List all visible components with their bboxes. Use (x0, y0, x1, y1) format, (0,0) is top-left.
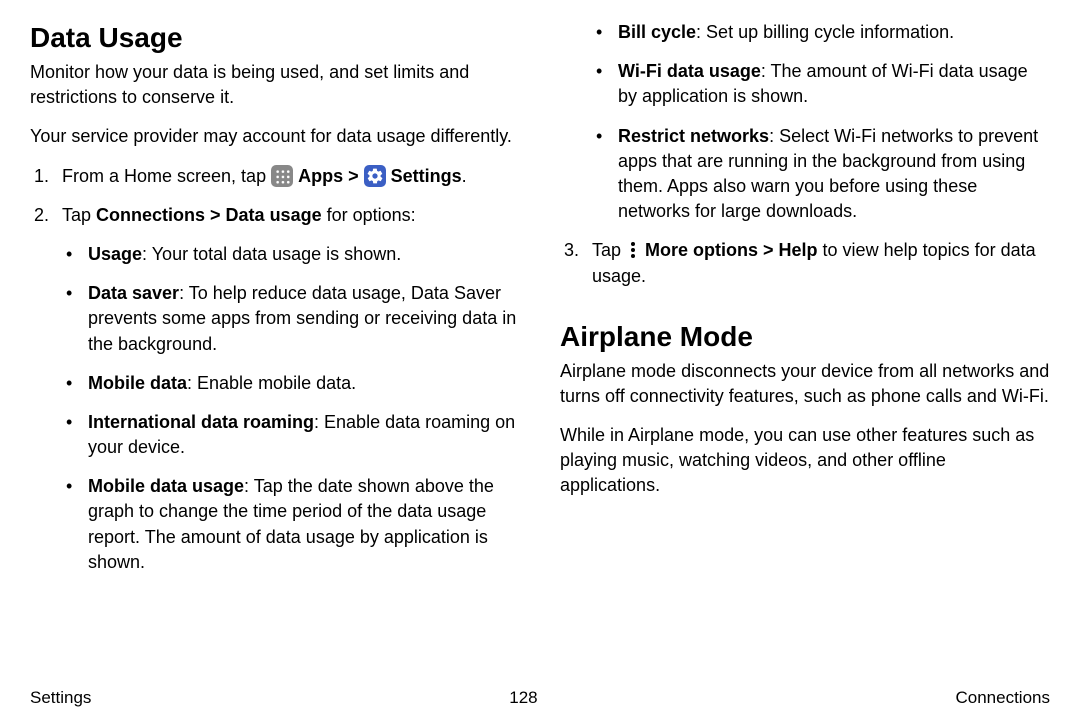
breadcrumb-separator: > (348, 166, 364, 186)
option-usage: Usage: Your total data usage is shown. (62, 242, 520, 267)
option-intl-roaming-label: International data roaming (88, 412, 314, 432)
option-restrict-networks: Restrict networks: Select Wi-Fi networks… (592, 124, 1050, 225)
option-data-saver: Data saver: To help reduce data usage, D… (62, 281, 520, 357)
step-3-bold: More options > Help (640, 240, 818, 260)
option-mobile-data: Mobile data: Enable mobile data. (62, 371, 520, 396)
options-list: Usage: Your total data usage is shown. D… (62, 242, 520, 575)
steps-list-continued: Tap More options > Help to view help top… (560, 238, 1050, 302)
option-intl-roaming: International data roaming: Enable data … (62, 410, 520, 460)
option-wifi-usage-label: Wi-Fi data usage (618, 61, 761, 81)
settings-icon (364, 165, 386, 187)
step-1-post: . (462, 166, 467, 186)
page-columns: Data Usage Monitor how your data is bein… (30, 20, 1050, 680)
page-footer: Settings 128 Connections (30, 688, 1050, 708)
step-3-pre: Tap (592, 240, 626, 260)
step-2-bold: Connections > Data usage (96, 205, 322, 225)
footer-page-number: 128 (509, 688, 537, 708)
data-usage-heading: Data Usage (30, 22, 520, 54)
step-2: Tap Connections > Data usage for options… (30, 203, 520, 575)
option-mobile-data-usage: Mobile data usage: Tap the date shown ab… (62, 474, 520, 575)
steps-list: From a Home screen, tap Apps > Settings.… (30, 164, 520, 589)
right-column: Bill cycle: Set up billing cycle informa… (560, 20, 1050, 680)
intro-text-1: Monitor how your data is being used, and… (30, 60, 520, 110)
apps-icon (271, 165, 293, 187)
airplane-p2: While in Airplane mode, you can use othe… (560, 423, 1050, 499)
options-list-continued: Bill cycle: Set up billing cycle informa… (560, 20, 1050, 238)
option-mobile-data-label: Mobile data (88, 373, 187, 393)
apps-label: Apps (298, 166, 343, 186)
option-usage-text: : Your total data usage is shown. (142, 244, 401, 264)
option-restrict-networks-label: Restrict networks (618, 126, 769, 146)
option-usage-label: Usage (88, 244, 142, 264)
option-wifi-usage: Wi-Fi data usage: The amount of Wi-Fi da… (592, 59, 1050, 109)
more-options-icon (626, 240, 640, 262)
airplane-mode-heading: Airplane Mode (560, 321, 1050, 353)
option-data-saver-label: Data saver (88, 283, 179, 303)
option-bill-cycle-text: : Set up billing cycle information. (696, 22, 954, 42)
option-mobile-data-text: : Enable mobile data. (187, 373, 356, 393)
step-2-post: for options: (322, 205, 416, 225)
option-bill-cycle: Bill cycle: Set up billing cycle informa… (592, 20, 1050, 45)
step-2-pre: Tap (62, 205, 96, 225)
option-bill-cycle-label: Bill cycle (618, 22, 696, 42)
intro-text-2: Your service provider may account for da… (30, 124, 520, 149)
step-1-pre: From a Home screen, tap (62, 166, 271, 186)
airplane-p1: Airplane mode disconnects your device fr… (560, 359, 1050, 409)
footer-right: Connections (955, 688, 1050, 708)
step-1: From a Home screen, tap Apps > Settings. (30, 164, 520, 189)
settings-label: Settings (391, 166, 462, 186)
step-3: Tap More options > Help to view help top… (560, 238, 1050, 288)
option-mobile-data-usage-label: Mobile data usage (88, 476, 244, 496)
left-column: Data Usage Monitor how your data is bein… (30, 20, 520, 680)
footer-left: Settings (30, 688, 91, 708)
